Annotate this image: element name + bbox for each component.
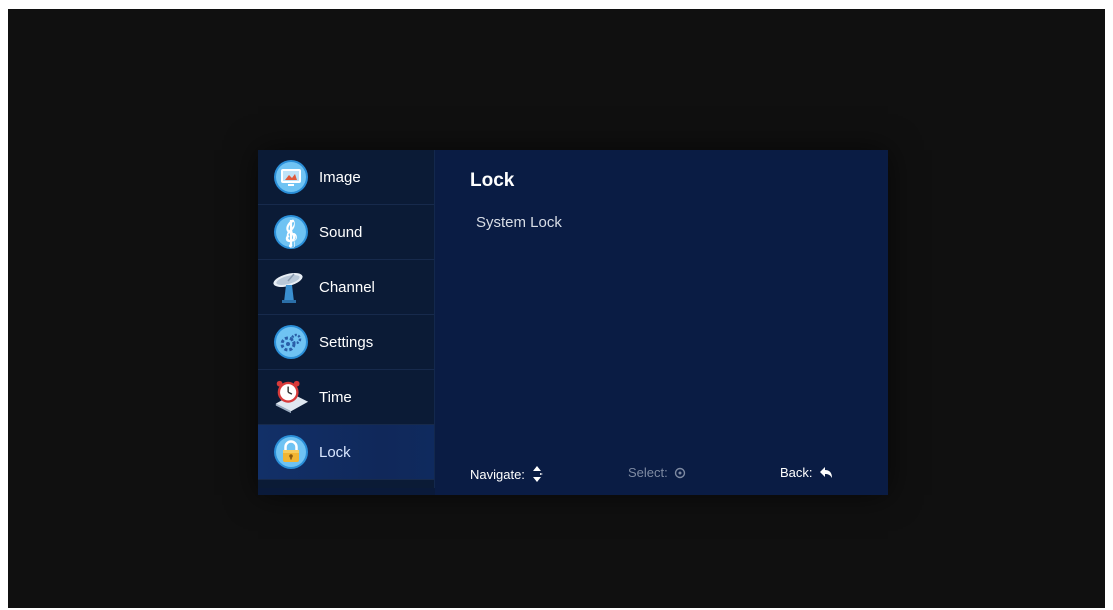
menu-window: Image 𝄞 Sound Channel Settings Time Lock…	[258, 150, 888, 495]
content-panel: Lock System Lock Navigate: Select: Back:	[435, 150, 888, 495]
tv-screen: Image 𝄞 Sound Channel Settings Time Lock…	[8, 9, 1105, 608]
sidebar-item-label: Image	[319, 168, 361, 186]
lock-icon	[272, 433, 310, 471]
page-title: Lock	[470, 170, 515, 191]
sidebar-item-label: Time	[319, 388, 352, 406]
sidebar: Image 𝄞 Sound Channel Settings Time Lock	[258, 150, 435, 488]
sidebar-item-sound[interactable]: 𝄞 Sound	[258, 205, 434, 260]
navigate-hint: Navigate:	[470, 465, 543, 483]
sound-icon: 𝄞	[272, 213, 310, 251]
select-hint: Select:	[628, 465, 686, 480]
sidebar-item-label: Settings	[319, 333, 374, 351]
navigate-label: Navigate:	[470, 466, 525, 482]
sidebar-item-settings[interactable]: Settings	[258, 315, 434, 370]
sidebar-item-label: Channel	[319, 278, 375, 296]
back-arrow-icon	[819, 466, 832, 478]
sidebar-item-lock[interactable]: Lock	[258, 425, 434, 480]
sidebar-item-label: Lock	[319, 443, 351, 461]
footer-hints: Navigate: Select: Back:	[435, 465, 888, 485]
sidebar-item-channel[interactable]: Channel	[258, 260, 434, 315]
back-label: Back:	[780, 465, 813, 480]
settings-icon	[272, 323, 310, 361]
ok-button-icon	[674, 467, 685, 478]
sidebar-item-image[interactable]: Image	[258, 150, 434, 205]
time-icon	[272, 378, 310, 416]
image-icon	[272, 158, 310, 196]
back-hint: Back:	[780, 465, 833, 480]
up-down-arrows-icon	[532, 466, 543, 482]
select-label: Select:	[628, 465, 668, 480]
sidebar-item-time[interactable]: Time	[258, 370, 434, 425]
sidebar-item-label: Sound	[319, 223, 363, 241]
option-system-lock[interactable]: System Lock	[476, 214, 562, 231]
channel-icon	[272, 268, 310, 306]
